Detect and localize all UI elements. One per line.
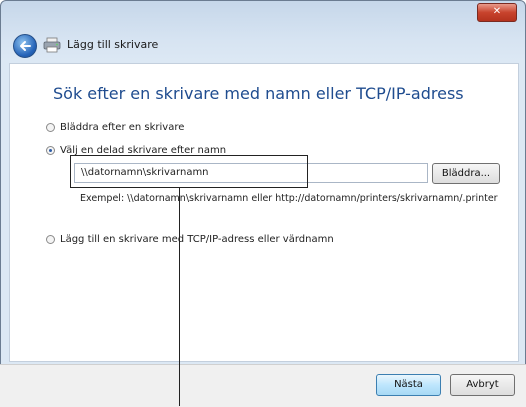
callout-pointer-line [179, 188, 181, 406]
back-arrow-icon [20, 41, 31, 51]
option-browse-label: Bläddra efter en skrivare [60, 122, 185, 133]
callout-highlight-box [70, 155, 308, 188]
browse-button[interactable]: Bläddra... [432, 163, 500, 184]
cancel-button[interactable]: Avbryt [450, 374, 515, 396]
page-heading: Sök efter en skrivare med namn eller TCP… [53, 84, 464, 103]
back-button[interactable] [13, 34, 37, 58]
printer-icon [43, 37, 61, 53]
radio-browse[interactable] [46, 123, 55, 132]
next-button[interactable]: Nästa [376, 374, 441, 396]
content-panel [9, 63, 519, 362]
wizard-footer: Nästa Avbryt [0, 364, 526, 407]
option-tcpip-label: Lägg till en skrivare med TCP/IP-adress … [60, 234, 334, 245]
wizard-title: Lägg till skrivare [67, 38, 159, 51]
radio-tcpip[interactable] [46, 235, 55, 244]
radio-shared-printer[interactable] [46, 146, 55, 155]
example-text: Exempel: \\datornamn\skrivarnamn eller h… [80, 193, 498, 204]
wizard-header: Lägg till skrivare [9, 31, 409, 59]
close-button[interactable]: ✕ [477, 3, 517, 22]
